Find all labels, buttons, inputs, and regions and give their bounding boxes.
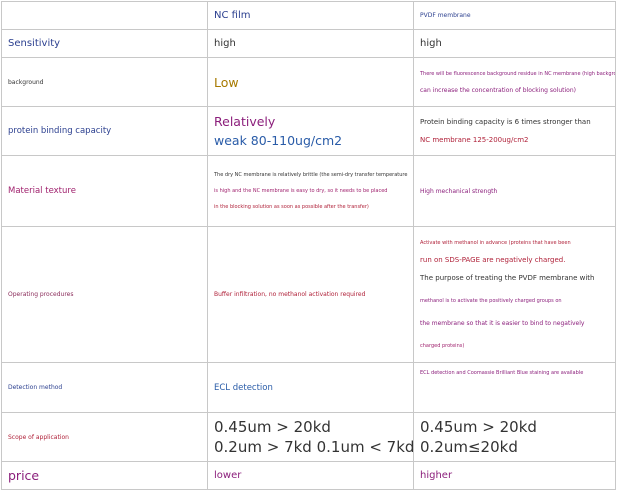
cell-pvdf-texture: High mechanical strength (413, 155, 616, 227)
row-label-background: background (1, 57, 208, 107)
cell-nc-price: lower (207, 461, 414, 490)
row-label-material-texture: Material texture (1, 155, 208, 227)
cell-nc-background: Low (207, 57, 414, 107)
row-label-detection-method: Detection method (1, 362, 208, 413)
row-label-scope-of-application: Scope of application (1, 412, 208, 462)
row-label-sensitivity: Sensitivity (1, 29, 208, 58)
table-row: NC film PVDF membrane (1, 1, 616, 30)
cell-pvdf-binding: Protein binding capacity is 6 times stro… (413, 106, 616, 156)
header-pvdf-membrane: PVDF membrane (413, 1, 616, 30)
row-label-binding-capacity: protein binding capacity (1, 106, 208, 156)
cell-nc-binding: Relatively weak 80-110ug/cm2 (207, 106, 414, 156)
comparison-table: NC film PVDF membrane Sensitivity high h… (1, 1, 616, 490)
cell-nc-procedures: Buffer infiltration, no methanol activat… (207, 226, 414, 363)
row-label-operating-procedures: Operating procedures (1, 226, 208, 363)
cell-pvdf-background: There will be fluorescence background re… (413, 57, 616, 107)
table-row: Scope of application 0.45um > 20kd 0.2um… (1, 412, 616, 462)
cell-nc-texture: The dry NC membrane is relatively brittl… (207, 155, 414, 227)
table-row: Operating procedures Buffer infiltration… (1, 226, 616, 363)
table-row: Detection method ECL detection ECL detec… (1, 362, 616, 413)
table-row: price lower higher (1, 461, 616, 490)
cell-nc-sensitivity: high (207, 29, 414, 58)
table-row: Sensitivity high high (1, 29, 616, 58)
cell-pvdf-sensitivity: high (413, 29, 616, 58)
header-cell-empty (1, 1, 208, 30)
row-label-price: price (1, 461, 208, 490)
table-row: protein binding capacity Relatively weak… (1, 106, 616, 156)
cell-pvdf-price: higher (413, 461, 616, 490)
header-nc-film-text: NC film (214, 10, 251, 21)
table-row: background Low There will be fluorescenc… (1, 57, 616, 107)
cell-pvdf-detection: ECL detection and Coomassie Brilliant Bl… (413, 362, 616, 413)
cell-pvdf-scope: 0.45um > 20kd 0.2um≤20kd (413, 412, 616, 462)
header-nc-film: NC film (207, 1, 414, 30)
header-pvdf-text: PVDF membrane (420, 12, 471, 19)
table-row: Material texture The dry NC membrane is … (1, 155, 616, 227)
cell-pvdf-procedures: Activate with methanol in advance (prote… (413, 226, 616, 363)
cell-nc-scope: 0.45um > 20kd 0.2um > 7kd 0.1um < 7kd (207, 412, 414, 462)
cell-nc-detection: ECL detection (207, 362, 414, 413)
